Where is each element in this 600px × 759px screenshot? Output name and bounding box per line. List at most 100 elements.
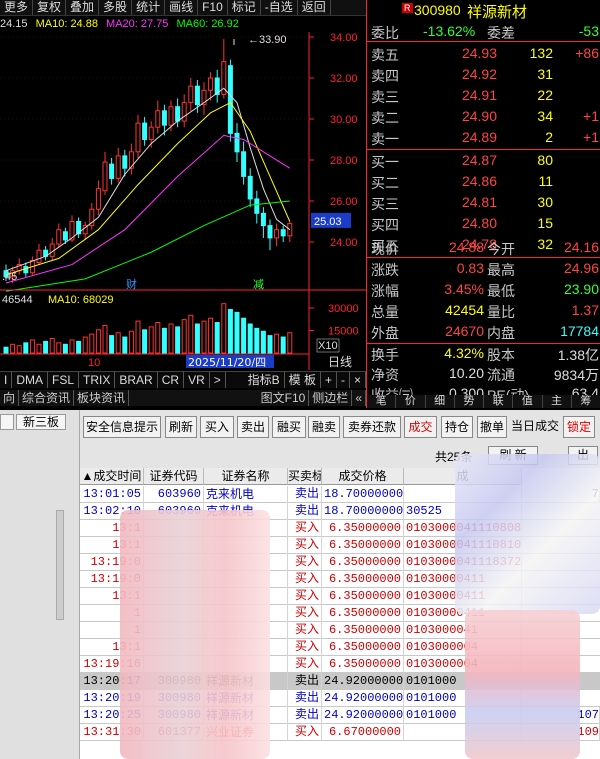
quote-tab-7[interactable]: 筹	[572, 395, 600, 408]
quote-tab-2[interactable]: 细	[426, 395, 455, 408]
trade-button-7[interactable]: 成交	[404, 416, 437, 438]
template-button[interactable]: 模 板	[285, 372, 321, 388]
cell: 6.35000000	[322, 537, 404, 554]
menu-item-6[interactable]: F10	[198, 0, 228, 15]
volume-bar	[76, 340, 82, 354]
indicator-tab-3[interactable]: TRIX	[79, 372, 116, 388]
cell: 卖出	[288, 486, 322, 503]
close-icon[interactable]: ×	[350, 372, 366, 388]
trade-button-3[interactable]: 卖出	[237, 416, 269, 438]
candle	[208, 77, 214, 91]
stat-value: 24.88	[448, 239, 484, 255]
indicator-tab-2[interactable]: FSL	[48, 372, 80, 388]
candle	[23, 266, 29, 274]
sell-level-3[interactable]: 卖三 24.91 22	[367, 86, 600, 106]
trade-button-4[interactable]: 融买	[272, 416, 306, 438]
remove-button[interactable]: -	[337, 372, 350, 388]
volume-bar	[135, 320, 141, 354]
collapse-icon[interactable]: «	[352, 390, 366, 406]
menu-item-1[interactable]: 复权	[33, 0, 67, 15]
indicator-tab-6[interactable]: VR	[184, 372, 210, 388]
info-tabbar: 向综合资讯 板块资讯 图文F10 侧边栏 «	[0, 390, 366, 406]
buy-level-1[interactable]: 买一 24.87 80	[367, 151, 600, 171]
order-volume: 22	[537, 87, 553, 103]
column-header-1[interactable]: 证券代码	[144, 468, 204, 485]
stat-value: 24670	[445, 323, 484, 339]
buy-level-3[interactable]: 买三 24.81 30	[367, 193, 600, 213]
period-label[interactable]: 日线	[328, 355, 352, 369]
candlestick-chart[interactable]: 34.00 32.00 30.00 28.00 26.00 24.00 ←33.90 25.0…	[0, 32, 366, 370]
volume-bar	[254, 327, 260, 354]
info-tab-0[interactable]: 向	[0, 390, 20, 406]
price-tick-label: 34.00	[330, 32, 358, 44]
menu-item-8[interactable]: -自选	[261, 0, 298, 15]
trade-button-9[interactable]: 撤单	[477, 416, 507, 438]
menu-item-2[interactable]: 叠加	[66, 0, 100, 15]
sell-level-4[interactable]: 卖四 24.92 31	[367, 65, 600, 85]
order-price: 24.89	[461, 129, 497, 145]
trade-button-6[interactable]: 卖券还款	[343, 416, 401, 438]
candle	[287, 223, 293, 237]
ma5-line	[5, 87, 291, 272]
order-label: 卖二	[371, 110, 399, 126]
finance-marker[interactable]: 财	[126, 277, 137, 291]
order-change: +1	[583, 129, 599, 145]
stat-label: 总量	[371, 304, 399, 320]
column-header-2[interactable]: 证券名称	[204, 468, 288, 485]
trade-button-10[interactable]: 当日成交	[509, 416, 561, 438]
stat-value: 3.45%	[444, 281, 484, 297]
stat-label: 现价	[371, 241, 399, 257]
trade-button-11[interactable]: 锁定	[563, 416, 595, 438]
quote-tab-6[interactable]: 主	[543, 395, 572, 408]
add-button[interactable]: +	[321, 372, 337, 388]
trade-button-2[interactable]: 买入	[200, 416, 234, 438]
trade-button-0[interactable]: 安全信息提示	[83, 416, 161, 438]
indicator-tab-1[interactable]: DMA	[12, 372, 49, 388]
order-volume: 80	[537, 152, 553, 168]
quote-tab-1[interactable]: 价	[396, 395, 426, 408]
weibi-label: 委比	[371, 25, 399, 41]
ma60-value: MA60: 26.92	[176, 18, 239, 30]
menu-item-7[interactable]: 标记	[228, 0, 261, 15]
sell-level-2[interactable]: 卖二 24.90 34 +1	[367, 107, 600, 127]
column-header-0[interactable]: ▲成交时间	[80, 468, 144, 485]
tab-neeq[interactable]: 新三板	[16, 414, 66, 430]
info-tab-1[interactable]: 综合资讯	[19, 390, 75, 406]
indicator-b-button[interactable]: 指标B	[244, 372, 285, 388]
menu-item-0[interactable]: 更多	[0, 0, 34, 15]
price-tick-label: 26.00	[330, 196, 358, 208]
buy-level-4[interactable]: 买四 24.80 15	[367, 214, 600, 234]
sell-level-5[interactable]: 卖五 24.93 132 +86	[367, 44, 600, 64]
quote-tab-3[interactable]: 势	[455, 395, 484, 408]
quote-tab-5[interactable]: 值	[513, 395, 543, 408]
cell: 买入	[288, 724, 322, 741]
sidebar-toggle[interactable]	[0, 414, 14, 430]
reduce-marker[interactable]: 减	[253, 278, 264, 291]
candle	[181, 102, 187, 122]
menu-item-4[interactable]: 统计	[132, 0, 166, 15]
indicator-tab-7[interactable]: >	[210, 372, 226, 388]
cell: 卖出	[288, 503, 322, 520]
trade-button-8[interactable]: 持仓	[441, 416, 473, 438]
sidebar-tab[interactable]: 侧边栏	[309, 390, 353, 406]
menu-item-9[interactable]: 返回	[298, 0, 331, 15]
indicator-tab-0[interactable]: I	[0, 372, 13, 388]
menu-item-5[interactable]: 画线	[165, 0, 199, 15]
quote-tab-4[interactable]: 联	[484, 395, 514, 408]
trade-button-1[interactable]: 刷新	[165, 416, 197, 438]
menu-item-3[interactable]: 多股	[99, 0, 133, 15]
divider	[367, 149, 600, 150]
indicator-tab-5[interactable]: CR	[158, 372, 185, 388]
quote-tab-0[interactable]: 笔	[367, 395, 397, 408]
sell-level-1[interactable]: 卖一 24.89 2 +1	[367, 128, 600, 148]
info-tab-2[interactable]: 板块资讯	[74, 390, 130, 406]
order-label: 买三	[371, 196, 399, 212]
trade-button-5[interactable]: 融卖	[308, 416, 340, 438]
f10-tab[interactable]: 图文F10	[258, 390, 310, 406]
indicator-tab-4[interactable]: BRAR	[115, 372, 158, 388]
buy-level-2[interactable]: 买二 24.86 11	[367, 172, 600, 192]
column-header-3[interactable]: 买卖标志	[288, 468, 322, 485]
volume-bar	[227, 309, 233, 354]
column-header-4[interactable]: 成交价格	[322, 468, 404, 485]
sidebar-scrollbar[interactable]	[56, 510, 64, 620]
